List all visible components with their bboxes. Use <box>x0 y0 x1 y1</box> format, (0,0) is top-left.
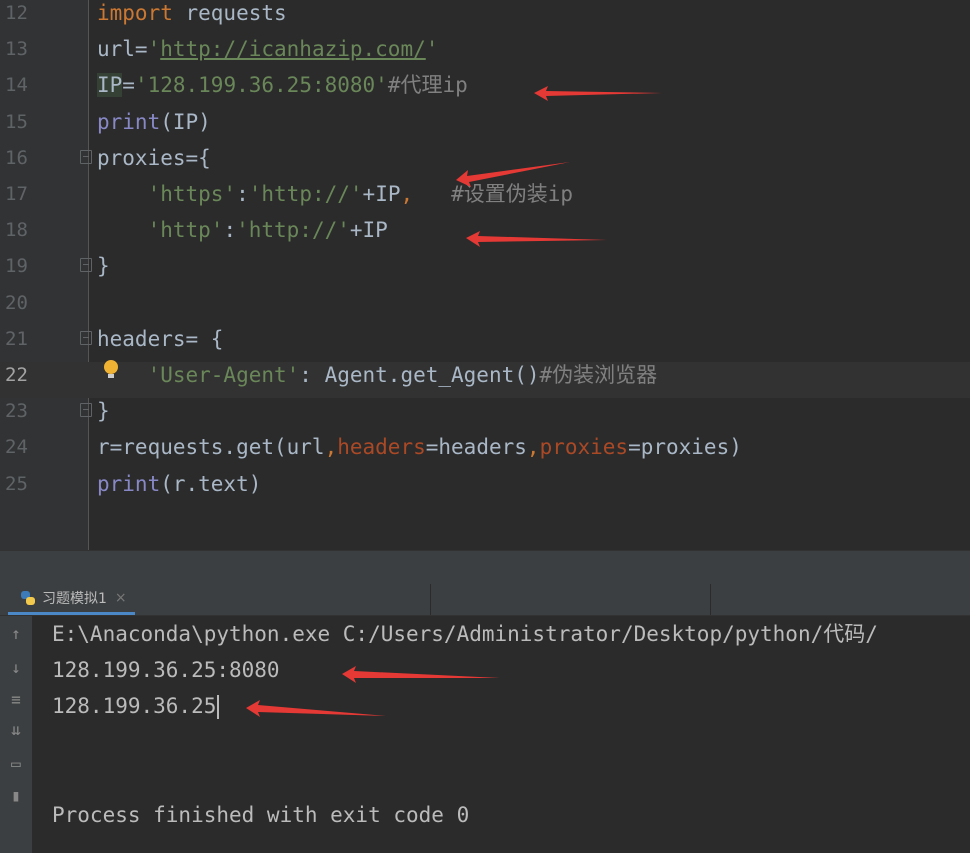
annotation-arrows <box>246 86 662 717</box>
red-arrow-icon <box>342 666 500 683</box>
red-arrow-icon <box>534 86 662 101</box>
red-arrow-icon <box>246 700 386 717</box>
red-arrow-icon <box>456 162 570 187</box>
red-arrow-icon <box>466 231 607 247</box>
